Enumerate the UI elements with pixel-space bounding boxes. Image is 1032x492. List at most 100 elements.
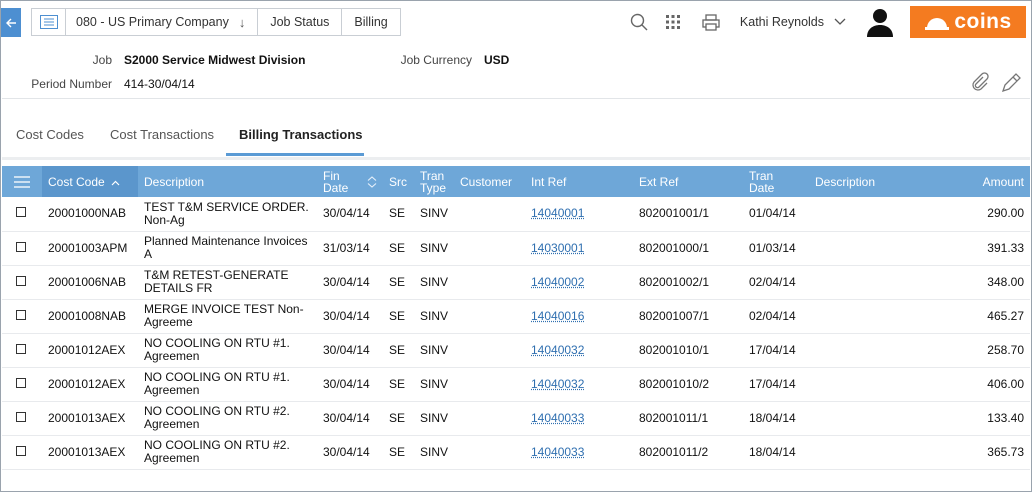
header-divider <box>2 98 1030 99</box>
customer-cell <box>454 299 525 333</box>
breadcrumb-company-label: 080 - US Primary Company <box>76 15 229 29</box>
description-line-2: Agreemen <box>144 349 200 363</box>
row-checkbox[interactable] <box>16 343 26 354</box>
column-customer[interactable]: Customer <box>454 166 525 197</box>
int-ref-link[interactable]: 14040033 <box>531 445 584 459</box>
src-cell: SE <box>389 410 406 425</box>
table-row[interactable]: 20001013AEX NO COOLING ON RTU #2. Agreemen… <box>2 401 1030 435</box>
column-tran-type[interactable]: Tran Type <box>414 166 454 197</box>
attach-button[interactable] <box>970 72 990 95</box>
breadcrumb-job-status-label: Job Status <box>270 15 330 29</box>
row-checkbox[interactable] <box>16 309 26 320</box>
breadcrumb-job-status[interactable]: Job Status <box>257 8 342 36</box>
fin-date-cell: 30/04/14 <box>323 308 370 323</box>
int-ref-link[interactable]: 14040032 <box>531 343 584 357</box>
row-select-cell <box>2 333 42 367</box>
int-ref-cell: 14030001 <box>525 231 633 265</box>
breadcrumb-company[interactable]: 080 - US Primary Company ↓ <box>65 8 258 36</box>
row-checkbox[interactable] <box>16 207 26 218</box>
int-ref-link[interactable]: 14040016 <box>531 309 584 323</box>
row-select-cell <box>2 197 42 231</box>
int-ref-link[interactable]: 14040001 <box>531 206 584 220</box>
column-fin-date[interactable]: Fin Date <box>317 166 383 197</box>
row-checkbox[interactable] <box>16 241 26 252</box>
tab-cost-transactions[interactable]: Cost Transactions <box>110 127 214 142</box>
amount-cell: 391.33 <box>987 240 1024 255</box>
int-ref-link[interactable]: 14040002 <box>531 275 584 289</box>
column-menu[interactable] <box>2 166 42 197</box>
print-button[interactable] <box>702 13 720 31</box>
src-cell: SE <box>389 444 406 459</box>
row-checkbox[interactable] <box>16 445 26 456</box>
ext-ref-cell: 802001010/1 <box>639 342 710 357</box>
src-cell: SE <box>389 308 406 323</box>
user-name[interactable]: Kathi Reynolds <box>740 15 824 29</box>
user-menu-chevron[interactable] <box>834 18 846 26</box>
job-value: S2000 Service Midwest Division <box>124 53 306 67</box>
tran-date-cell: 18/04/14 <box>749 410 796 425</box>
column-int-ref[interactable]: Int Ref <box>525 166 633 197</box>
tran-type-cell: SINV <box>420 410 449 425</box>
description-line-2: DETAILS FR <box>144 281 213 295</box>
tab-billing-transactions[interactable]: Billing Transactions <box>239 127 363 142</box>
row-checkbox[interactable] <box>16 377 26 388</box>
fin-date-cell: 30/04/14 <box>323 342 370 357</box>
table-row[interactable]: 20001003APM Planned Maintenance Invoices A… <box>2 231 1030 265</box>
description-cell: NO COOLING ON RTU #1. Agreemen <box>138 367 317 401</box>
column-amount[interactable]: Amount <box>909 166 1030 197</box>
table-row[interactable]: 20001006NAB T&M RETEST-GENERATE DETAILS FR… <box>2 265 1030 299</box>
customer-cell <box>454 197 525 231</box>
int-ref-cell: 14040032 <box>525 333 633 367</box>
int-ref-cell: 14040033 <box>525 435 633 469</box>
description-2-cell <box>809 333 909 367</box>
column-description[interactable]: Description <box>138 166 317 197</box>
cost-code-cell: 20001008NAB <box>48 308 127 323</box>
cost-code-cell: 20001012AEX <box>48 376 126 391</box>
table-row[interactable]: 20001013AEX NO COOLING ON RTU #2. Agreemen… <box>2 435 1030 469</box>
column-ext-ref-label: Ext Ref <box>639 174 679 189</box>
row-checkbox[interactable] <box>16 411 26 422</box>
sort-icon <box>367 175 377 188</box>
avatar[interactable] <box>866 7 894 37</box>
int-ref-link[interactable]: 14040033 <box>531 411 584 425</box>
breadcrumb-billing[interactable]: Billing <box>341 8 401 36</box>
active-tab-indicator <box>226 153 364 156</box>
tran-date-cell: 18/04/14 <box>749 444 796 459</box>
arrow-down-icon: ↓ <box>238 14 246 30</box>
amount-cell: 348.00 <box>987 274 1024 289</box>
column-ext-ref[interactable]: Ext Ref <box>633 166 743 197</box>
menu-button[interactable] <box>31 8 65 36</box>
description-2-cell <box>809 231 909 265</box>
amount-cell: 133.40 <box>987 410 1024 425</box>
apps-button[interactable] <box>665 15 680 29</box>
src-cell: SE <box>389 376 406 391</box>
search-button[interactable] <box>630 13 648 31</box>
back-button[interactable] <box>1 8 21 37</box>
table-row[interactable]: 20001012AEX NO COOLING ON RTU #1. Agreemen… <box>2 367 1030 401</box>
row-checkbox[interactable] <box>16 275 26 286</box>
ext-ref-cell: 802001001/1 <box>639 206 710 221</box>
int-ref-cell: 14040033 <box>525 401 633 435</box>
row-select-cell <box>2 435 42 469</box>
cost-code-cell: 20001012AEX <box>48 342 126 357</box>
description-cell: NO COOLING ON RTU #1. Agreemen <box>138 333 317 367</box>
int-ref-link[interactable]: 14030001 <box>531 241 584 255</box>
column-tran-date[interactable]: Tran Date <box>743 166 809 197</box>
tran-date-cell: 17/04/14 <box>749 376 796 391</box>
table-row[interactable]: 20001000NAB TEST T&M SERVICE ORDER. Non-Ag… <box>2 197 1030 231</box>
coins-logo: coins <box>910 6 1026 38</box>
customer-cell <box>454 367 525 401</box>
column-src[interactable]: Src <box>383 166 414 197</box>
description-2-cell <box>809 401 909 435</box>
fin-date-cell: 30/04/14 <box>323 206 370 221</box>
tab-cost-codes[interactable]: Cost Codes <box>16 127 84 142</box>
column-description-2[interactable]: Description <box>809 166 909 197</box>
column-int-ref-label: Int Ref <box>531 174 567 189</box>
chevron-down-icon <box>834 18 846 25</box>
edit-button[interactable] <box>1000 72 1022 97</box>
int-ref-link[interactable]: 14040032 <box>531 377 584 391</box>
table-row[interactable]: 20001008NAB MERGE INVOICE TEST Non- Agreem… <box>2 299 1030 333</box>
column-cost-code[interactable]: Cost Code <box>42 166 138 197</box>
amount-cell: 465.27 <box>987 308 1024 323</box>
table-row[interactable]: 20001012AEX NO COOLING ON RTU #1. Agreemen… <box>2 333 1030 367</box>
